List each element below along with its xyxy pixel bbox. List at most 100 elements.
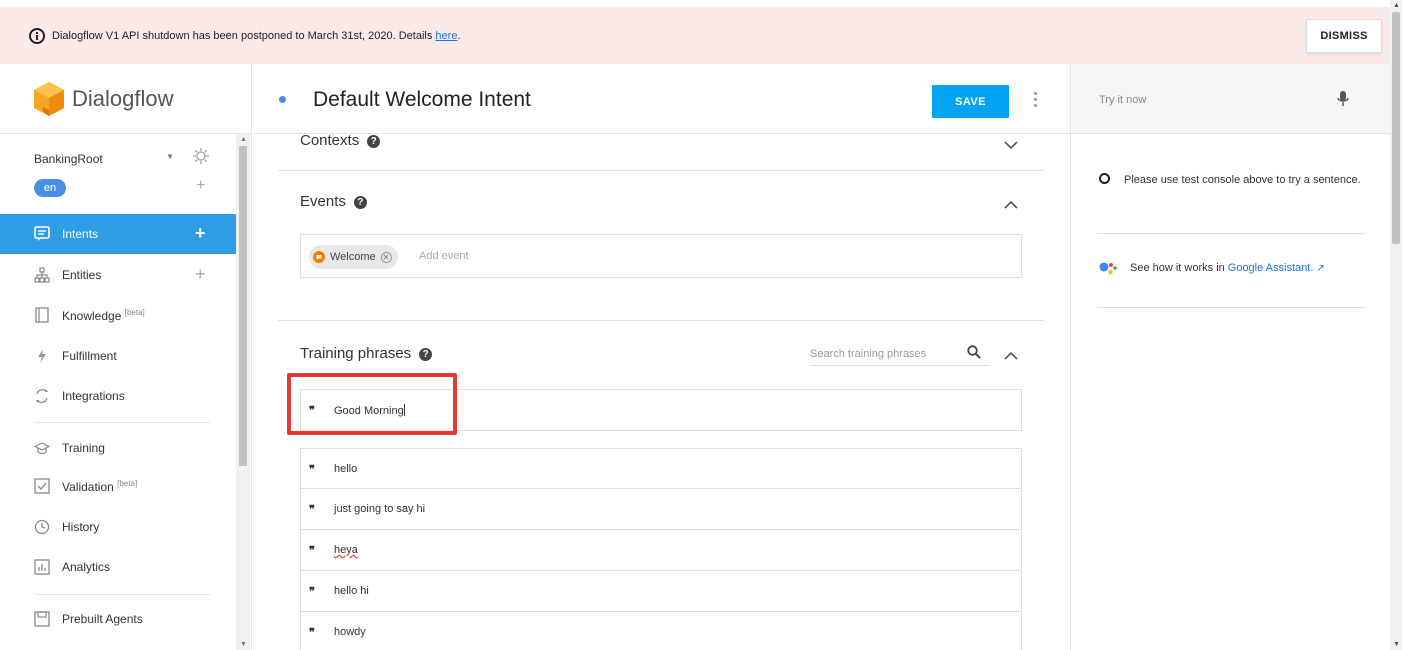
- gear-icon[interactable]: [192, 147, 210, 165]
- sidebar-item-validation[interactable]: Validation [beta]: [0, 466, 236, 506]
- training-phrase-list: ❞ hello ❞ just going to say hi ❞ heya ❞ …: [300, 448, 1022, 650]
- help-icon[interactable]: ?: [353, 196, 367, 209]
- google-assistant-link[interactable]: Google Assistant.: [1228, 262, 1314, 274]
- training-icon: [34, 442, 50, 455]
- add-event-input[interactable]: Add event: [419, 250, 469, 262]
- training-phrase-text[interactable]: howdy: [334, 626, 366, 638]
- sidebar-item-prebuilt-agents[interactable]: Prebuilt Agents: [0, 599, 236, 639]
- integrations-icon: [36, 388, 48, 404]
- training-phrase-text[interactable]: hello: [334, 463, 357, 475]
- remove-chip-icon[interactable]: ✕: [380, 251, 392, 263]
- sidebar-scrollbar[interactable]: ▲ ▼: [236, 134, 250, 650]
- sidebar-divider: [34, 594, 210, 595]
- add-entity-icon[interactable]: +: [195, 264, 206, 285]
- console-note-text: Please use test console above to try a s…: [1124, 174, 1361, 186]
- search-training-input[interactable]: Search training phrases: [810, 344, 990, 366]
- event-chip-label: Welcome: [330, 251, 376, 263]
- knowledge-label: Knowledge: [62, 309, 122, 323]
- sidebar-scrollbar-thumb[interactable]: [239, 146, 247, 466]
- sidebar-item-intents[interactable]: Intents +: [0, 214, 236, 254]
- entities-icon: [34, 267, 50, 283]
- sidebar-item-label: Prebuilt Agents: [62, 612, 143, 626]
- training-section-title: Training phrases?: [300, 345, 433, 362]
- test-console-panel: Try it now Please use test console above…: [1070, 64, 1391, 650]
- details-link[interactable]: here: [435, 30, 457, 42]
- event-chip[interactable]: Welcome ✕: [309, 245, 398, 269]
- brand-logo[interactable]: Dialogflow: [0, 64, 251, 134]
- sidebar-item-knowledge[interactable]: Knowledge [beta]: [0, 295, 236, 335]
- training-phrase-row[interactable]: ❞ heya: [300, 530, 1022, 571]
- banner-text: Dialogflow V1 API shutdown has been post…: [52, 30, 433, 42]
- add-intent-icon[interactable]: +: [195, 223, 206, 244]
- shutdown-banner: Dialogflow V1 API shutdown has been post…: [0, 8, 1390, 64]
- quote-icon: ❞: [309, 586, 315, 598]
- sidebar: Dialogflow BankingRoot ▼ en + Intents +: [0, 64, 252, 650]
- chevron-down-icon[interactable]: [1004, 140, 1018, 150]
- events-input[interactable]: Welcome ✕ Add event: [300, 234, 1022, 278]
- info-icon: [29, 28, 45, 44]
- language-badge[interactable]: en: [34, 179, 66, 197]
- highlight-box: [287, 373, 457, 435]
- training-phrase-text[interactable]: hello hi: [334, 585, 369, 597]
- window-scrollbar[interactable]: ▲ ▼: [1390, 0, 1402, 650]
- contexts-section-title[interactable]: Contexts?: [300, 132, 381, 149]
- add-language-icon[interactable]: +: [196, 177, 205, 195]
- sidebar-item-label: History: [62, 520, 100, 534]
- scroll-up-icon[interactable]: ▲: [240, 136, 247, 143]
- sidebar-item-training[interactable]: Training: [0, 428, 236, 468]
- training-label: Training phrases: [300, 345, 412, 362]
- help-icon[interactable]: ?: [367, 135, 381, 148]
- quote-icon: ❞: [309, 627, 315, 639]
- microphone-icon[interactable]: [1337, 90, 1349, 108]
- window-scrollbar-thumb[interactable]: [1392, 12, 1400, 244]
- search-icon[interactable]: [967, 345, 981, 359]
- section-divider: [278, 170, 1044, 171]
- intent-editor: Default Welcome Intent SAVE Contexts? Ev…: [252, 64, 1070, 650]
- external-link-icon[interactable]: ↗: [1316, 263, 1324, 274]
- sidebar-item-analytics[interactable]: Analytics: [0, 547, 236, 587]
- knowledge-icon: [35, 307, 49, 323]
- panel-divider: [1097, 233, 1365, 234]
- sidebar-item-entities[interactable]: Entities +: [0, 255, 236, 295]
- chevron-up-icon[interactable]: [1004, 200, 1018, 210]
- sidebar-item-label: Validation [beta]: [62, 479, 137, 494]
- sidebar-divider: [34, 422, 210, 423]
- try-it-now-input[interactable]: Try it now: [1099, 94, 1146, 106]
- status-dot: [279, 96, 286, 103]
- sidebar-item-label: Training: [62, 441, 105, 455]
- brand-name: Dialogflow: [72, 85, 174, 111]
- sidebar-item-fulfillment[interactable]: Fulfillment: [0, 336, 236, 376]
- fulfillment-icon: [38, 349, 46, 363]
- dismiss-button[interactable]: DISMISS: [1306, 19, 1382, 53]
- training-phrase-row[interactable]: ❞ howdy: [300, 612, 1022, 650]
- training-phrase-text[interactable]: heya: [334, 544, 358, 556]
- sidebar-item-history[interactable]: History: [0, 507, 236, 547]
- save-button[interactable]: SAVE: [932, 85, 1009, 118]
- try-it-now-bar: Try it now: [1071, 64, 1391, 134]
- scroll-down-icon[interactable]: ▼: [240, 641, 247, 648]
- training-phrase-row[interactable]: ❞ just going to say hi: [300, 489, 1022, 530]
- training-phrase-row[interactable]: ❞ hello: [300, 448, 1022, 489]
- scroll-down-icon[interactable]: ▼: [1393, 641, 1400, 648]
- google-assistant-icon: [1099, 262, 1117, 275]
- events-section-title[interactable]: Events?: [300, 193, 367, 210]
- agent-name[interactable]: BankingRoot: [34, 152, 103, 166]
- panel-divider: [1097, 307, 1365, 308]
- sidebar-item-integrations[interactable]: Integrations: [0, 376, 236, 416]
- analytics-icon: [34, 559, 50, 575]
- chevron-down-icon[interactable]: ▼: [166, 152, 174, 161]
- training-phrase-row[interactable]: ❞ hello hi: [300, 571, 1022, 612]
- sidebar-item-label: Analytics: [62, 560, 111, 574]
- info-icon: [1099, 173, 1110, 184]
- chevron-up-icon[interactable]: [1004, 351, 1018, 361]
- prebuilt-icon: [34, 611, 50, 627]
- intent-title[interactable]: Default Welcome Intent: [313, 88, 531, 112]
- scroll-up-icon[interactable]: ▲: [1393, 2, 1400, 9]
- history-icon: [34, 519, 50, 535]
- help-icon[interactable]: ?: [419, 348, 433, 361]
- intent-header: Default Welcome Intent SAVE: [252, 64, 1070, 134]
- more-options-icon[interactable]: [1034, 92, 1037, 107]
- training-phrase-text[interactable]: just going to say hi: [334, 503, 425, 515]
- ga-text: See how it works in: [1130, 262, 1225, 274]
- sidebar-item-label: Fulfillment: [62, 349, 117, 363]
